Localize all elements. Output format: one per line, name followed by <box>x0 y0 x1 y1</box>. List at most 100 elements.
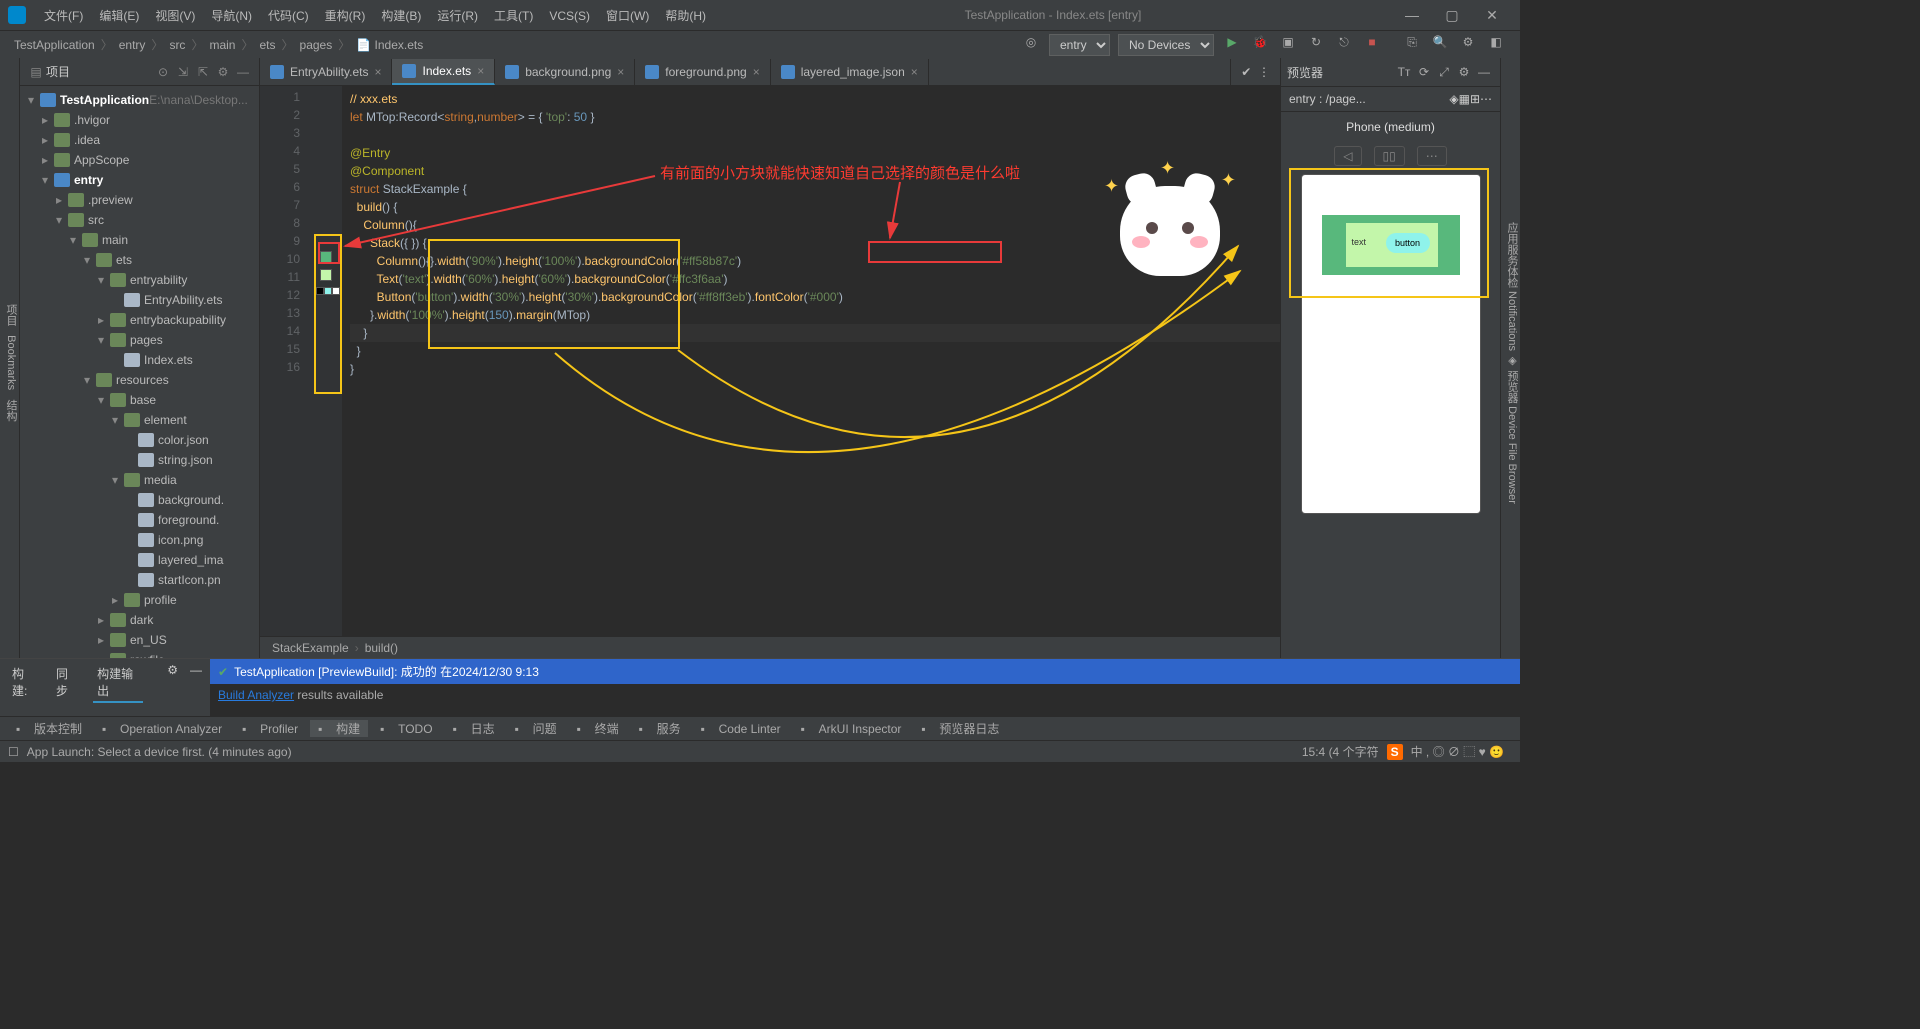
bottom-tool[interactable]: ▪Profiler <box>234 722 306 736</box>
tree-node[interactable]: ▸en_US <box>20 630 259 650</box>
color-swatch[interactable] <box>320 251 332 263</box>
coverage-button[interactable]: ▣ <box>1276 35 1300 55</box>
menu-item[interactable]: 代码(C) <box>260 9 317 23</box>
editor-tab[interactable]: layered_image.json× <box>771 59 929 85</box>
color-swatch[interactable] <box>320 269 332 281</box>
build-tab-sync[interactable]: 同步 <box>52 663 81 701</box>
tree-node[interactable]: ▸profile <box>20 590 259 610</box>
breadcrumb-item[interactable]: StackExample <box>272 641 349 655</box>
tree-node[interactable]: ▾ets <box>20 250 259 270</box>
tree-node[interactable]: icon.png <box>20 530 259 550</box>
bottom-tool[interactable]: ▪ArkUI Inspector <box>793 722 910 736</box>
editor-tab[interactable]: foreground.png× <box>635 59 770 85</box>
bottom-tool[interactable]: ▪TODO <box>372 722 440 736</box>
tree-node[interactable]: ▾src <box>20 210 259 230</box>
minimize-button[interactable]: — <box>1392 7 1432 23</box>
target-icon[interactable]: ◎ <box>1019 35 1043 55</box>
breadcrumb-item[interactable]: main <box>205 38 239 52</box>
run-config-select[interactable]: entry <box>1049 34 1110 56</box>
ime-indicator[interactable]: S <box>1387 744 1403 760</box>
font-icon[interactable]: Tᴛ <box>1394 65 1414 79</box>
bottom-tool[interactable]: ▪Code Linter <box>693 722 789 736</box>
tree-node[interactable]: ▾base <box>20 390 259 410</box>
build-hide-icon[interactable]: — <box>190 663 202 677</box>
color-swatch[interactable] <box>332 287 340 295</box>
bottom-tool[interactable]: ▪终端 <box>569 720 627 737</box>
tree-node[interactable]: ▸.hvigor <box>20 110 259 130</box>
code-editor[interactable]: 12345678910111213141516 // xxx.etslet MT… <box>260 86 1280 636</box>
bottom-tool[interactable]: ▪Operation Analyzer <box>94 722 230 736</box>
nav-more[interactable]: ⋯ <box>1417 146 1447 166</box>
menu-item[interactable]: 视图(V) <box>147 9 203 23</box>
tree-node[interactable]: ▸dark <box>20 610 259 630</box>
tree-node[interactable]: ▾element <box>20 410 259 430</box>
run-button[interactable]: ▶ <box>1220 35 1244 55</box>
bottom-tool[interactable]: ▪问题 <box>507 720 565 737</box>
code-content[interactable]: // xxx.etslet MTop:Record<string,number>… <box>342 86 1280 636</box>
expand-icon[interactable]: ⇲ <box>173 65 193 79</box>
gear-icon[interactable]: ⚙ <box>1454 65 1474 79</box>
breadcrumb-item[interactable]: pages <box>296 38 337 52</box>
menu-item[interactable]: 文件(F) <box>36 9 91 23</box>
tree-node[interactable]: ▾entry <box>20 170 259 190</box>
hide-icon[interactable]: — <box>1474 65 1494 79</box>
tree-node[interactable]: ▸rawfile <box>20 650 259 658</box>
search-icon[interactable]: 🔍 <box>1428 35 1452 55</box>
menu-item[interactable]: 帮助(H) <box>657 9 714 23</box>
tree-node[interactable]: ▾TestApplication E:\nana\Desktop... <box>20 90 259 110</box>
settings-icon[interactable]: ⚙ <box>1456 35 1480 55</box>
zoom-icon[interactable]: ⤢ <box>1434 65 1454 80</box>
project-view-icon[interactable]: ▤ <box>26 65 46 79</box>
editor-tab[interactable]: background.png× <box>495 59 635 85</box>
maximize-button[interactable]: ▢ <box>1432 7 1472 24</box>
attach-button[interactable]: ⎋ <box>1332 35 1356 55</box>
tree-node[interactable]: ▸.preview <box>20 190 259 210</box>
menu-item[interactable]: 运行(R) <box>429 9 486 23</box>
collapse-icon[interactable]: ⇱ <box>193 65 213 79</box>
tree-node[interactable]: ▾main <box>20 230 259 250</box>
more-icon[interactable]: ⋯ <box>1480 92 1492 106</box>
preview-tab[interactable]: ✔ ⋮ <box>1230 59 1280 85</box>
grid-icon[interactable]: ⊞ <box>1470 92 1480 106</box>
vcs-button[interactable]: ⎘ <box>1400 35 1424 55</box>
tree-node[interactable]: ▾entryability <box>20 270 259 290</box>
nav-home[interactable]: ▯▯ <box>1374 146 1405 166</box>
notifications-icon[interactable]: ◧ <box>1484 35 1508 55</box>
tree-node[interactable]: ▾media <box>20 470 259 490</box>
bottom-tool[interactable]: ▪日志 <box>445 720 503 737</box>
editor-tab[interactable]: Index.ets× <box>392 59 495 85</box>
layers-icon[interactable]: ◈ <box>1449 92 1458 106</box>
close-button[interactable]: ✕ <box>1472 7 1512 24</box>
stack-icon[interactable]: ▦ <box>1459 92 1470 106</box>
build-analyzer-link[interactable]: Build Analyzer <box>218 688 294 702</box>
stop-button[interactable]: ■ <box>1360 35 1384 55</box>
project-tree[interactable]: ▾TestApplication E:\nana\Desktop...▸.hvi… <box>20 86 259 658</box>
tree-node[interactable]: string.json <box>20 450 259 470</box>
tree-node[interactable]: color.json <box>20 430 259 450</box>
left-tool-stripe[interactable]: 项目 Bookmarks 结构 <box>0 58 20 658</box>
bottom-tool[interactable]: ▪预览器日志 <box>913 720 1007 737</box>
build-tab-output[interactable]: 构建输出 <box>93 663 143 703</box>
color-swatch[interactable] <box>324 287 332 295</box>
locate-icon[interactable]: ⊙ <box>153 65 173 79</box>
right-tool-stripe[interactable]: 应用服务体检 Notifications ◈ 预览器 Device File B… <box>1500 58 1520 658</box>
refresh-icon[interactable]: ⟳ <box>1414 65 1434 79</box>
breadcrumb-item[interactable]: TestApplication <box>10 38 99 52</box>
device-select[interactable]: No Devices <box>1118 34 1214 56</box>
color-swatch[interactable] <box>316 287 324 295</box>
debug-button[interactable]: 🐞 <box>1248 35 1272 55</box>
breadcrumb-item[interactable]: src <box>165 38 189 52</box>
nav-back[interactable]: ◁ <box>1334 146 1361 166</box>
tree-node[interactable]: EntryAbility.ets <box>20 290 259 310</box>
breadcrumb-item[interactable]: entry <box>115 38 150 52</box>
editor-tab[interactable]: EntryAbility.ets× <box>260 59 392 85</box>
bottom-tool[interactable]: ▪版本控制 <box>8 720 90 737</box>
menu-item[interactable]: VCS(S) <box>541 9 598 23</box>
tree-node[interactable]: ▾pages <box>20 330 259 350</box>
bottom-tool[interactable]: ▪构建 <box>310 720 368 737</box>
tree-node[interactable]: background. <box>20 490 259 510</box>
tree-node[interactable]: layered_ima <box>20 550 259 570</box>
tree-node[interactable]: ▸entrybackupability <box>20 310 259 330</box>
tree-node[interactable]: Index.ets <box>20 350 259 370</box>
menu-item[interactable]: 编辑(E) <box>91 9 147 23</box>
